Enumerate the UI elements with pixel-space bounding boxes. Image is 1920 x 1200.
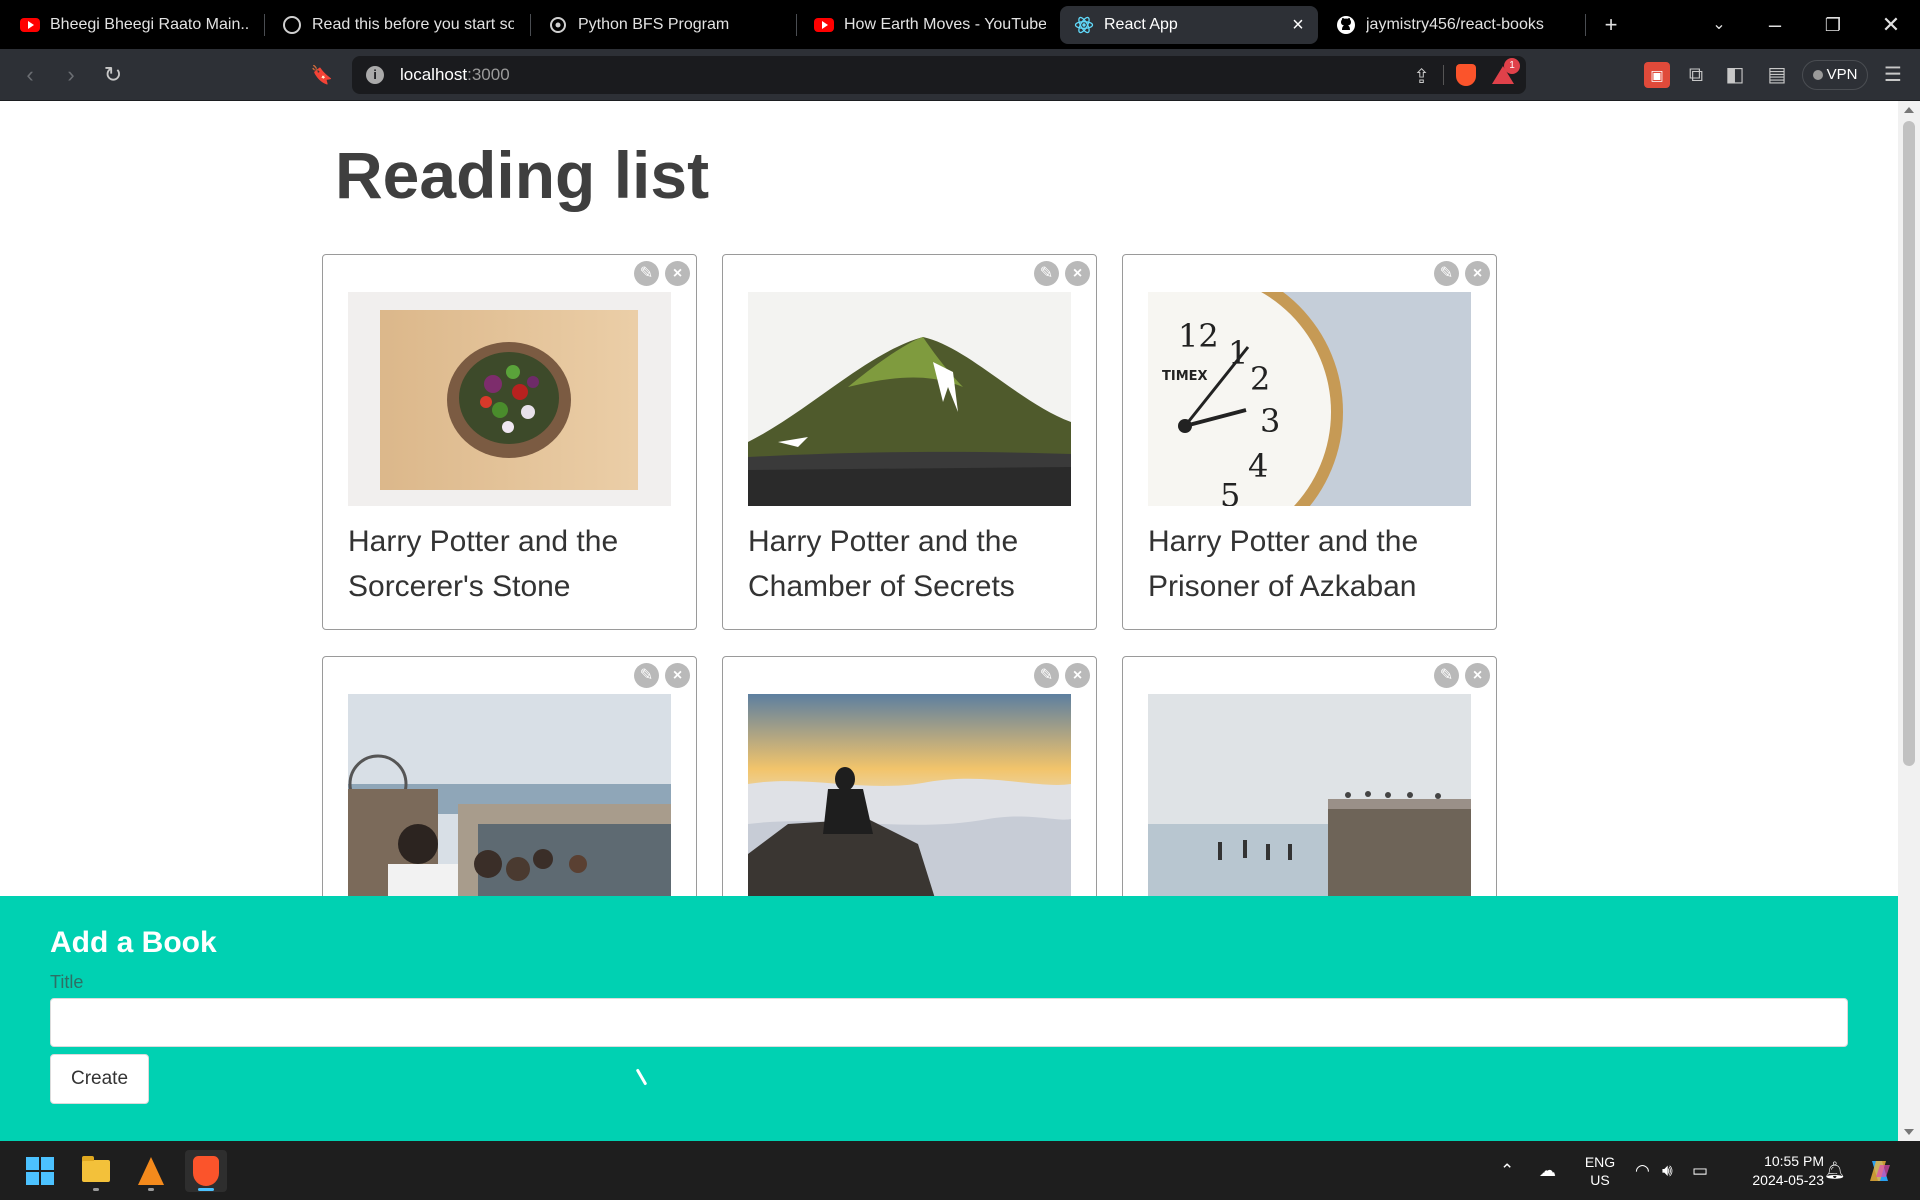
edit-icon[interactable]: ✎ bbox=[634, 663, 659, 688]
svg-text:5: 5 bbox=[1220, 476, 1240, 506]
tab-how-earth-moves[interactable]: How Earth Moves - YouTube bbox=[800, 6, 1056, 44]
close-icon[interactable]: × bbox=[665, 663, 690, 688]
windows-start-icon[interactable] bbox=[19, 1150, 61, 1192]
scroll-up-arrow-icon[interactable] bbox=[1904, 107, 1914, 113]
tab-title: How Earth Moves - YouTube bbox=[844, 16, 1046, 33]
youtube-icon bbox=[814, 15, 834, 35]
tab-youtube-bheegi[interactable]: Bheegi Bheegi Raato Main...! - Y bbox=[6, 6, 258, 44]
book-card: ✎ × Harry Potter and the Chamber of Secr… bbox=[722, 254, 1097, 630]
github-icon bbox=[1336, 15, 1356, 35]
page-content: Reading list ✎ × Harry Potter and the So… bbox=[0, 101, 1898, 1141]
address-bar[interactable]: i localhost:3000 ⇪ 1 bbox=[352, 56, 1526, 94]
create-button[interactable]: Create bbox=[50, 1054, 149, 1104]
book-title: Harry Potter and the Chamber of Secrets bbox=[748, 525, 1019, 603]
show-hidden-icons-chevron-icon[interactable]: ⌃ bbox=[1500, 1141, 1526, 1200]
site-icon bbox=[282, 15, 302, 35]
tab-title: Python BFS Program bbox=[578, 16, 730, 33]
book-cover-image bbox=[348, 694, 671, 908]
brave-browser-icon[interactable] bbox=[185, 1150, 227, 1192]
book-card: ✎ × Harry Potter and the Sorcerer's Ston… bbox=[322, 254, 697, 630]
book-cover-image bbox=[1148, 694, 1471, 908]
book-title: Harry Potter and the Prisoner of Azkaban bbox=[1148, 525, 1419, 603]
battery-icon[interactable]: ▭ bbox=[1692, 1141, 1720, 1200]
book-cover-image bbox=[748, 694, 1071, 908]
tab-search-chevron-icon[interactable]: ⌄ bbox=[1699, 10, 1739, 40]
openai-icon bbox=[548, 15, 568, 35]
edit-icon[interactable]: ✎ bbox=[1034, 663, 1059, 688]
site-info-icon[interactable]: i bbox=[366, 66, 384, 84]
share-icon[interactable]: ⇪ bbox=[1413, 64, 1430, 89]
page-title: Reading list bbox=[335, 138, 710, 212]
add-book-panel: Add a Book Title Create bbox=[0, 896, 1898, 1141]
svg-text:12: 12 bbox=[1178, 317, 1219, 355]
tab-react-app[interactable]: React App × bbox=[1060, 6, 1318, 44]
reload-icon[interactable]: ↻ bbox=[97, 59, 129, 91]
tab-strip: Bheegi Bheegi Raato Main...! - Y Read th… bbox=[0, 0, 1920, 49]
window-close-icon[interactable]: ✕ bbox=[1871, 10, 1911, 40]
add-book-heading: Add a Book bbox=[50, 926, 217, 959]
rewards-badge: 1 bbox=[1504, 58, 1520, 74]
file-explorer-icon[interactable] bbox=[75, 1150, 117, 1192]
close-icon[interactable]: × bbox=[1465, 261, 1490, 286]
book-cover-image bbox=[348, 292, 671, 506]
close-icon[interactable]: × bbox=[665, 261, 690, 286]
close-icon[interactable]: × bbox=[1065, 663, 1090, 688]
menu-icon[interactable]: ☰ bbox=[1880, 62, 1906, 88]
tab-read-this[interactable]: Read this before you start solvi bbox=[268, 6, 524, 44]
tab-title: jaymistry456/react-books bbox=[1366, 16, 1544, 33]
tab-github-react-books[interactable]: jaymistry456/react-books bbox=[1322, 6, 1580, 44]
tab-title: React App bbox=[1104, 16, 1178, 33]
edit-icon[interactable]: ✎ bbox=[1434, 663, 1459, 688]
edit-icon[interactable]: ✎ bbox=[634, 261, 659, 286]
back-icon[interactable]: ‹ bbox=[14, 59, 46, 91]
minimize-icon[interactable]: – bbox=[1755, 10, 1795, 40]
bookmark-icon[interactable]: 🔖 bbox=[306, 59, 338, 91]
tab-python-bfs[interactable]: Python BFS Program bbox=[534, 6, 790, 44]
sidebar-icon[interactable]: ◧ bbox=[1722, 62, 1748, 88]
svg-text:4: 4 bbox=[1248, 447, 1268, 485]
taskbar: ⌃ ☁ ENG US ◠ 🔊︎ ▭ 10:55 PM 2024-05-23 🔔︎ bbox=[0, 1141, 1920, 1200]
svg-text:2: 2 bbox=[1250, 360, 1270, 398]
book-cover-image: 12 1 2 3 4 5 TIMEX bbox=[1148, 292, 1471, 506]
vlc-icon[interactable] bbox=[130, 1150, 172, 1192]
close-tab-icon[interactable]: × bbox=[1288, 14, 1308, 37]
close-icon[interactable]: × bbox=[1465, 663, 1490, 688]
brave-shields-icon[interactable] bbox=[1456, 64, 1476, 86]
tab-title: Read this before you start solvi bbox=[312, 16, 514, 33]
new-tab-button[interactable]: + bbox=[1591, 10, 1631, 40]
edit-icon[interactable]: ✎ bbox=[1034, 261, 1059, 286]
extensions-puzzle-icon[interactable]: ⧉ bbox=[1683, 62, 1709, 88]
book-card: ✎ × 12 1 2 3 4 5 TIMEX Harry Potter and … bbox=[1122, 254, 1497, 630]
copilot-icon[interactable] bbox=[1862, 1141, 1898, 1200]
onedrive-cloud-icon[interactable]: ☁ bbox=[1538, 1141, 1568, 1200]
scrollbar-thumb[interactable] bbox=[1903, 121, 1915, 766]
clock[interactable]: 10:55 PM 2024-05-23 bbox=[1734, 1141, 1824, 1200]
browser-toolbar: ‹ › ↻ 🔖 i localhost:3000 ⇪ 1 ▣ ⧉ ◧ ▤ VPN… bbox=[0, 49, 1920, 101]
svg-text:TIMEX: TIMEX bbox=[1162, 369, 1208, 384]
notifications-bell-icon[interactable]: 🔔︎ bbox=[1824, 1141, 1850, 1200]
page-scrollbar[interactable] bbox=[1898, 101, 1920, 1141]
svg-text:3: 3 bbox=[1260, 402, 1280, 440]
volume-icon[interactable]: 🔊︎ bbox=[1662, 1141, 1690, 1200]
book-cover-image bbox=[748, 292, 1071, 506]
language-indicator[interactable]: ENG US bbox=[1578, 1141, 1622, 1200]
title-input[interactable] bbox=[50, 998, 1848, 1047]
close-icon[interactable]: × bbox=[1065, 261, 1090, 286]
wifi-icon[interactable]: ◠ bbox=[1634, 1141, 1664, 1200]
title-label: Title bbox=[50, 972, 84, 992]
wallet-icon[interactable]: ▤ bbox=[1764, 62, 1790, 88]
youtube-icon bbox=[20, 15, 40, 35]
forward-icon[interactable]: › bbox=[55, 59, 87, 91]
tab-title: Bheegi Bheegi Raato Main...! - Y bbox=[50, 16, 248, 33]
scroll-down-arrow-icon[interactable] bbox=[1904, 1129, 1914, 1135]
edit-icon[interactable]: ✎ bbox=[1434, 261, 1459, 286]
vpn-button[interactable]: VPN bbox=[1802, 60, 1868, 90]
url-text[interactable]: localhost:3000 bbox=[400, 65, 510, 85]
extension-red-icon[interactable]: ▣ bbox=[1644, 62, 1670, 88]
book-title: Harry Potter and the Sorcerer's Stone bbox=[348, 525, 619, 603]
restore-icon[interactable]: ❐ bbox=[1813, 10, 1853, 40]
react-icon bbox=[1074, 15, 1094, 35]
